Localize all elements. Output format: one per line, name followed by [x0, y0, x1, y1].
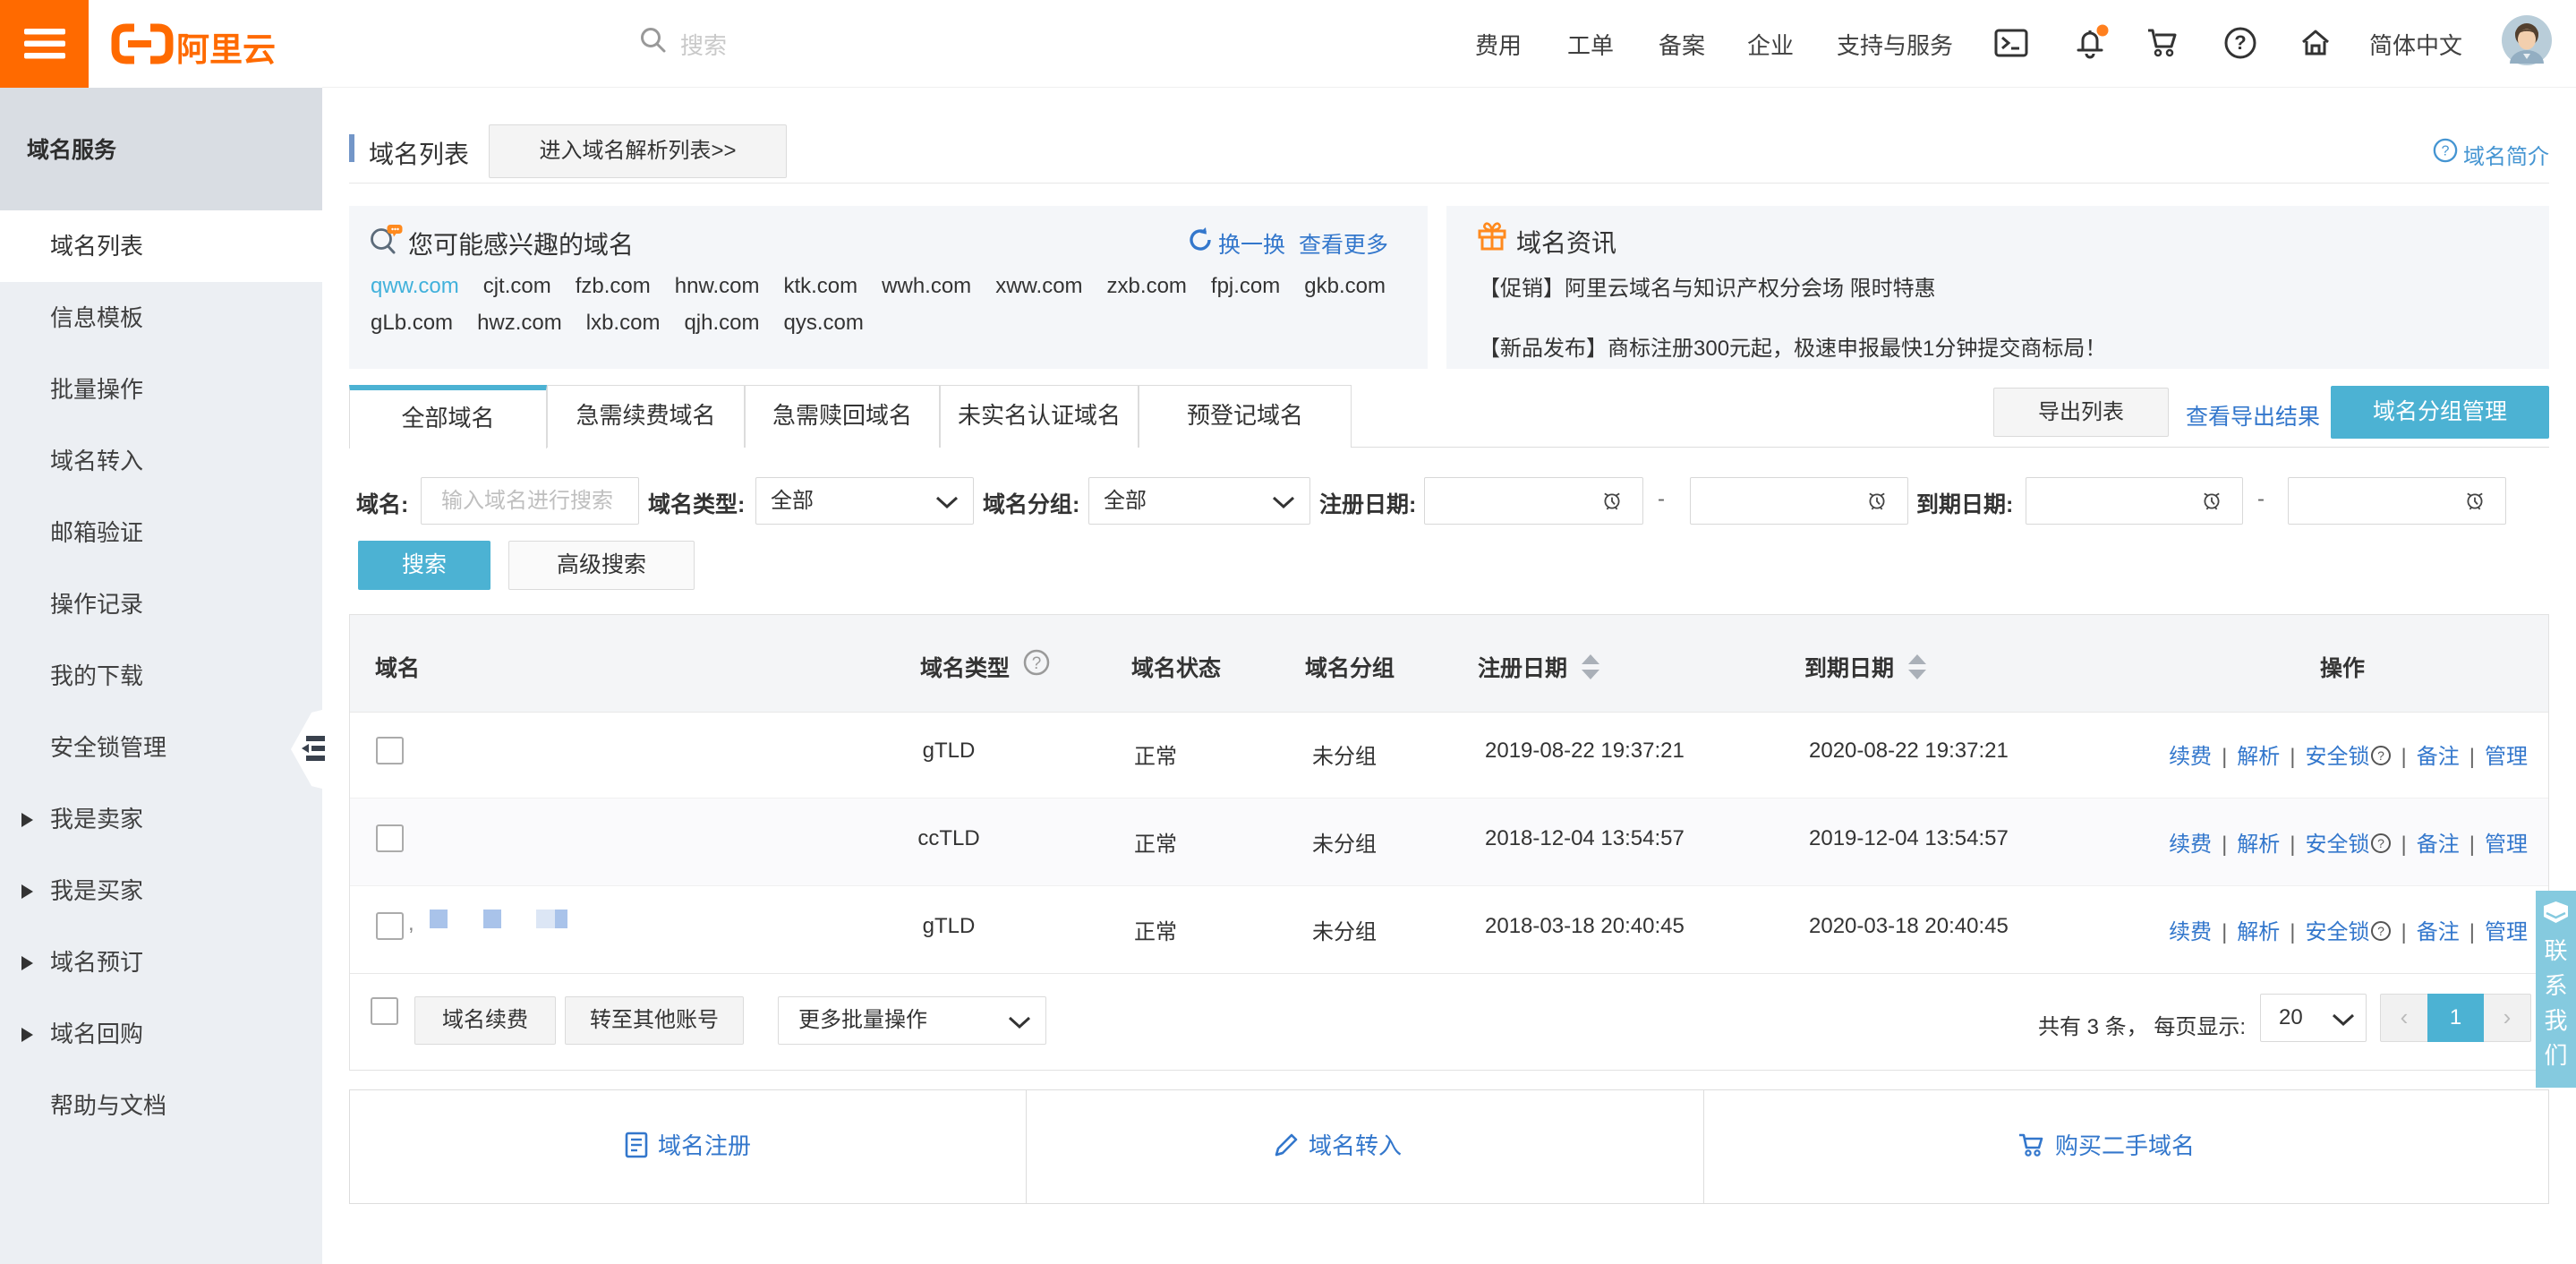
svg-text:?: ? — [2234, 31, 2246, 54]
svg-text:?: ? — [2377, 924, 2384, 938]
svg-text:?: ? — [2377, 748, 2384, 763]
svg-text:?: ? — [1032, 654, 1042, 673]
svg-text:?: ? — [2442, 144, 2450, 159]
svg-text:?: ? — [2377, 836, 2384, 850]
